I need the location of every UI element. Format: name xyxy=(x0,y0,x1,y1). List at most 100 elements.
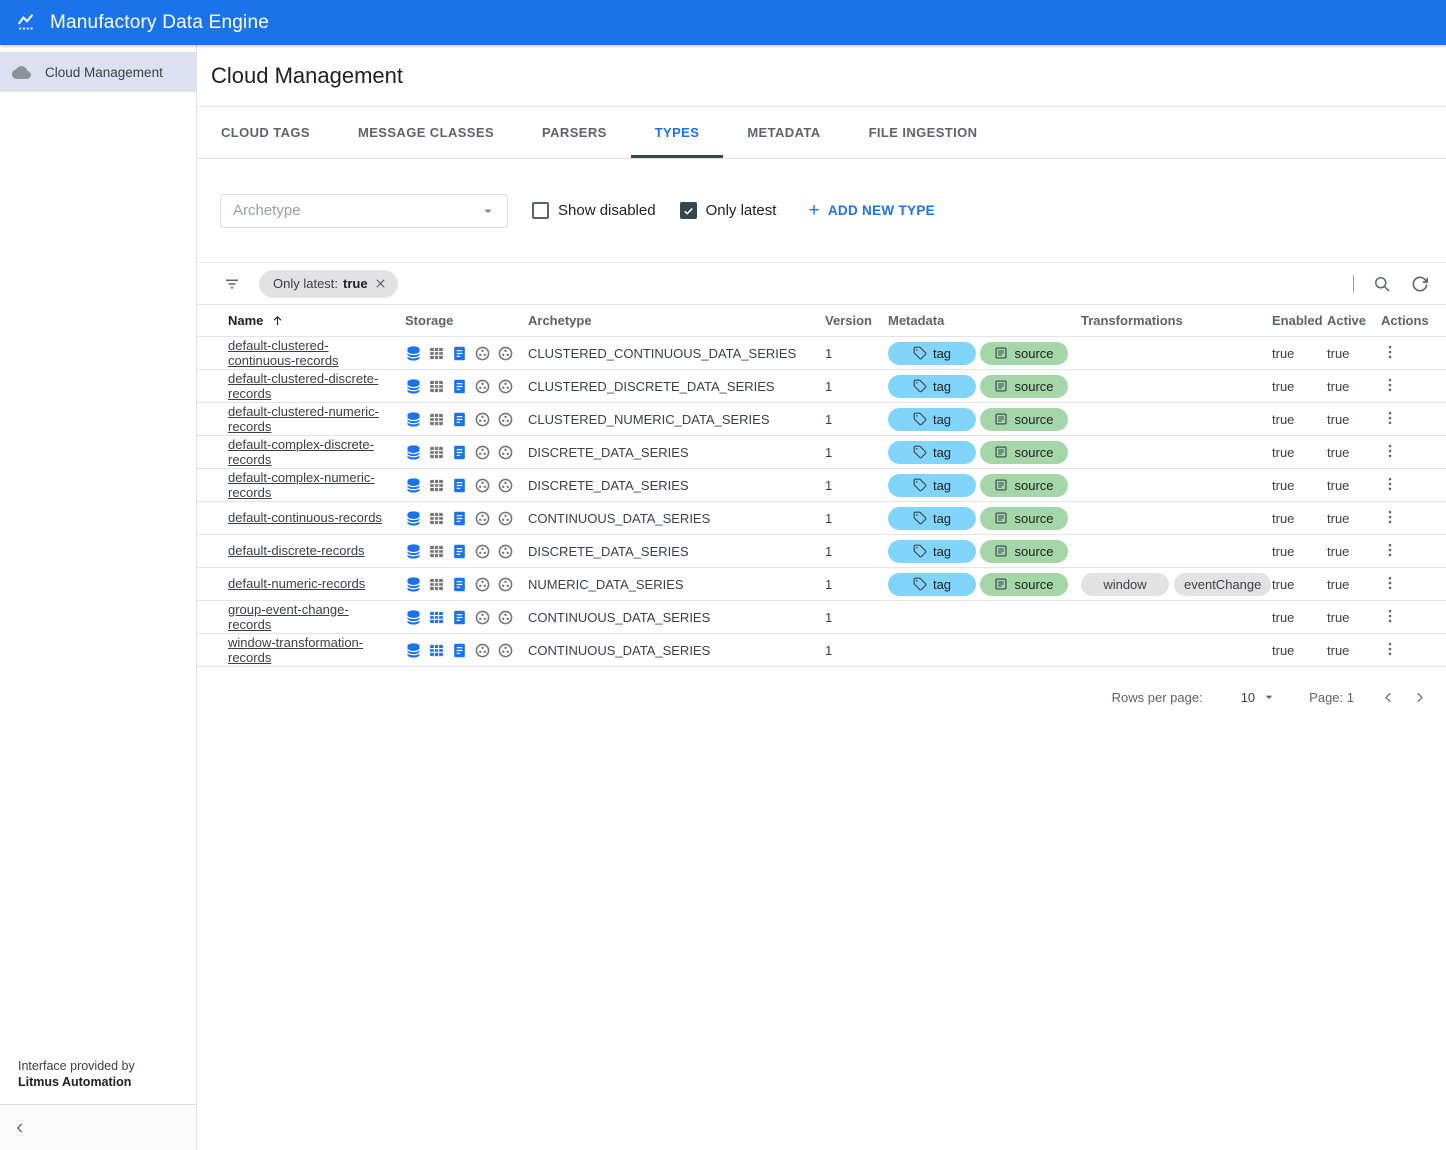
column-header-version: Version xyxy=(825,313,888,328)
processor-icon xyxy=(474,444,491,461)
type-name-link[interactable]: default-clustered-numeric-records xyxy=(228,404,391,435)
database-icon xyxy=(405,543,422,560)
archetype-cell: DISCRETE_DATA_SERIES xyxy=(528,544,825,559)
tag-icon xyxy=(913,379,927,393)
search-icon[interactable] xyxy=(1372,274,1392,294)
document-icon xyxy=(451,477,468,494)
tag-icon xyxy=(913,478,927,492)
processor-icon xyxy=(474,378,491,395)
tag-icon xyxy=(913,412,927,426)
divider xyxy=(1353,275,1354,292)
table-row: default-clustered-numeric-records CLUSTE… xyxy=(197,403,1446,436)
filter-list-icon[interactable] xyxy=(223,275,241,293)
row-actions-button[interactable] xyxy=(1381,343,1399,361)
add-new-type-button[interactable]: + ADD NEW TYPE xyxy=(808,201,935,220)
row-actions-button[interactable] xyxy=(1381,475,1399,493)
type-name-link[interactable]: default-complex-discrete-records xyxy=(228,437,391,468)
table-icon xyxy=(428,642,445,659)
row-actions-button[interactable] xyxy=(1381,442,1399,460)
main-content: Cloud Management CLOUD TAGS MESSAGE CLAS… xyxy=(197,45,1446,1150)
database-icon xyxy=(405,576,422,593)
next-page-button[interactable] xyxy=(1411,689,1428,706)
document-icon xyxy=(451,642,468,659)
processor-icon xyxy=(497,378,514,395)
archetype-select[interactable]: Archetype xyxy=(220,194,508,228)
active-filters-bar: Only latest: true xyxy=(197,262,1446,305)
table-row: group-event-change-records CONTINUOUS_DA… xyxy=(197,601,1446,634)
tag-chip: tag xyxy=(888,408,976,431)
tab-parsers[interactable]: PARSERS xyxy=(518,107,631,158)
tab-cloud-tags[interactable]: CLOUD TAGS xyxy=(197,107,334,158)
tag-chip: tag xyxy=(888,441,976,464)
remove-filter-icon[interactable] xyxy=(373,276,388,291)
type-name-link[interactable]: default-complex-numeric-records xyxy=(228,470,391,501)
table-row: default-clustered-continuous-records CLU… xyxy=(197,337,1446,370)
document-icon xyxy=(451,378,468,395)
page-title: Cloud Management xyxy=(211,63,403,89)
type-name-link[interactable]: group-event-change-records xyxy=(228,602,391,633)
tab-message-classes[interactable]: MESSAGE CLASSES xyxy=(334,107,518,158)
version-cell: 1 xyxy=(825,544,888,559)
table-icon xyxy=(428,345,445,362)
chevron-down-icon xyxy=(1261,689,1277,705)
database-icon xyxy=(405,378,422,395)
version-cell: 1 xyxy=(825,478,888,493)
tab-file-ingestion[interactable]: FILE INGESTION xyxy=(845,107,1002,158)
filter-controls: Archetype Show disabled Only latest + AD… xyxy=(197,159,1446,262)
type-name-link[interactable]: default-numeric-records xyxy=(228,576,365,592)
active-cell: true xyxy=(1327,412,1374,427)
enabled-cell: true xyxy=(1272,643,1327,658)
sidebar-collapse-button[interactable] xyxy=(0,1105,196,1150)
type-name-link[interactable]: default-clustered-continuous-records xyxy=(228,338,391,369)
row-actions-button[interactable] xyxy=(1381,640,1399,658)
type-name-link[interactable]: default-clustered-discrete-records xyxy=(228,371,391,402)
version-cell: 1 xyxy=(825,511,888,526)
enabled-cell: true xyxy=(1272,511,1327,526)
column-header-metadata: Metadata xyxy=(888,313,1081,328)
row-actions-button[interactable] xyxy=(1381,508,1399,526)
row-actions-button[interactable] xyxy=(1381,574,1399,592)
table-icon xyxy=(428,510,445,527)
column-header-name[interactable]: Name xyxy=(197,313,405,328)
table-row: default-clustered-discrete-records CLUST… xyxy=(197,370,1446,403)
table-row: default-continuous-records CONTINUOUS_DA… xyxy=(197,502,1446,535)
type-name-link[interactable]: default-discrete-records xyxy=(228,543,365,559)
only-latest-checkbox[interactable]: Only latest xyxy=(680,202,777,219)
row-actions-button[interactable] xyxy=(1381,376,1399,394)
transformation-chip: eventChange xyxy=(1174,573,1271,596)
processor-icon xyxy=(497,642,514,659)
source-chip: source xyxy=(980,408,1068,431)
sidebar: Cloud Management Interface provided by L… xyxy=(0,45,197,1150)
row-actions-button[interactable] xyxy=(1381,409,1399,427)
version-cell: 1 xyxy=(825,412,888,427)
type-name-link[interactable]: window-transformation-records xyxy=(228,635,391,666)
row-actions-button[interactable] xyxy=(1381,607,1399,625)
document-icon xyxy=(451,609,468,626)
tab-types[interactable]: TYPES xyxy=(631,107,724,158)
processor-icon xyxy=(497,444,514,461)
processor-icon xyxy=(474,411,491,428)
tab-metadata[interactable]: METADATA xyxy=(723,107,844,158)
show-disabled-checkbox[interactable]: Show disabled xyxy=(532,202,656,219)
article-icon xyxy=(994,346,1008,360)
processor-icon xyxy=(497,510,514,527)
tag-chip: tag xyxy=(888,507,976,530)
processor-icon xyxy=(474,477,491,494)
archetype-cell: DISCRETE_DATA_SERIES xyxy=(528,445,825,460)
previous-page-button[interactable] xyxy=(1380,689,1397,706)
rows-per-page-select[interactable]: 10 xyxy=(1241,689,1277,705)
enabled-cell: true xyxy=(1272,445,1327,460)
sidebar-item-cloud-management[interactable]: Cloud Management xyxy=(0,52,196,92)
rows-per-page-value: 10 xyxy=(1241,690,1255,705)
refresh-icon[interactable] xyxy=(1410,274,1430,294)
type-name-link[interactable]: default-continuous-records xyxy=(228,510,382,526)
tag-chip: tag xyxy=(888,474,976,497)
database-icon xyxy=(405,510,422,527)
filter-chip-label: Only latest: xyxy=(273,276,338,291)
row-actions-button[interactable] xyxy=(1381,541,1399,559)
archetype-cell: CONTINUOUS_DATA_SERIES xyxy=(528,643,825,658)
footer-vendor-name: Litmus Automation xyxy=(18,1074,178,1090)
database-icon xyxy=(405,444,422,461)
column-header-archetype: Archetype xyxy=(528,313,825,328)
table-icon xyxy=(428,543,445,560)
